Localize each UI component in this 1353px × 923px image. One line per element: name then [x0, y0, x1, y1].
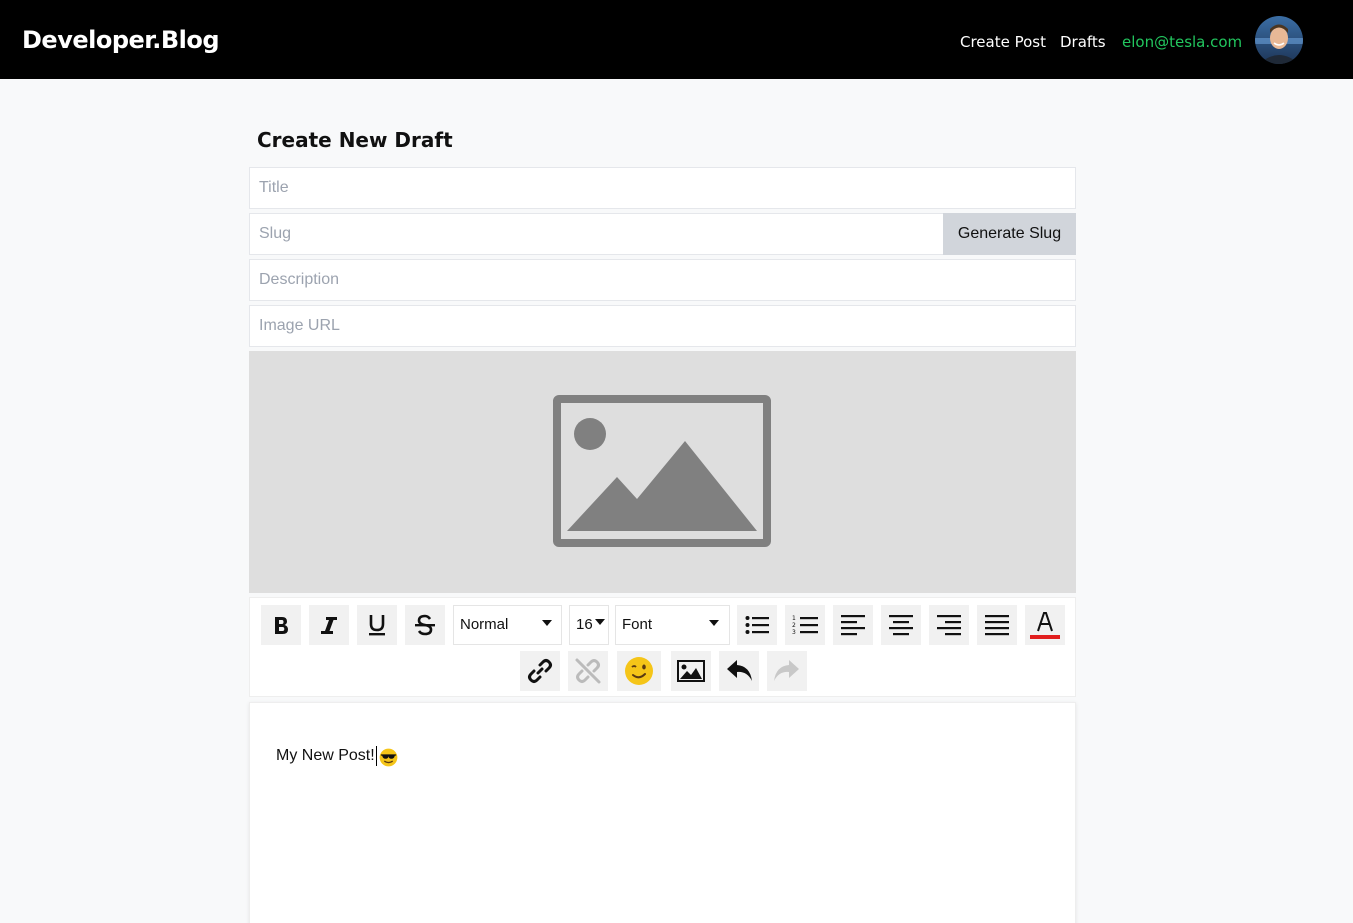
block-type-select[interactable]: Normal: [453, 605, 562, 645]
slug-input[interactable]: [249, 213, 944, 255]
bold-icon: [275, 617, 288, 634]
link-button[interactable]: [520, 651, 560, 691]
image-preview: [249, 351, 1076, 593]
justify-button[interactable]: [977, 605, 1017, 645]
navbar: Developer.Blog Create Post Drafts elon@t…: [0, 0, 1353, 79]
underline-button[interactable]: [357, 605, 397, 645]
svg-text:1: 1: [792, 615, 796, 622]
brand-logo[interactable]: Developer.Blog: [22, 26, 220, 54]
align-left-button[interactable]: [833, 605, 873, 645]
text-cursor: [376, 746, 377, 766]
image-icon: [677, 660, 705, 682]
unordered-list-button[interactable]: [737, 605, 777, 645]
redo-button[interactable]: [767, 651, 807, 691]
editor-toolbar: Normal 16 Font 123: [249, 597, 1076, 697]
font-color-icon: [1030, 612, 1060, 639]
generate-slug-button[interactable]: Generate Slug: [943, 213, 1076, 255]
font-size-value: 16: [576, 616, 593, 633]
font-color-button[interactable]: [1025, 605, 1065, 645]
font-size-select[interactable]: 16: [569, 605, 609, 645]
align-left-icon: [841, 615, 865, 636]
font-family-value: Font: [622, 616, 653, 633]
unlink-button[interactable]: [568, 651, 608, 691]
link-icon: [528, 659, 552, 683]
strikethrough-icon: [415, 614, 435, 636]
svg-text:2: 2: [792, 622, 796, 629]
align-center-icon: [889, 615, 913, 636]
svg-text:3: 3: [792, 629, 796, 636]
italic-icon: [321, 617, 337, 634]
bullet-list-icon: [745, 616, 769, 634]
avatar[interactable]: [1255, 16, 1303, 64]
sunglasses-emoji-icon: [379, 748, 398, 767]
image-placeholder-icon: [553, 395, 771, 547]
strikethrough-button[interactable]: [405, 605, 445, 645]
bold-button[interactable]: [261, 605, 301, 645]
align-right-icon: [937, 615, 961, 636]
align-right-button[interactable]: [929, 605, 969, 645]
chevron-down-icon: [709, 620, 719, 626]
undo-button[interactable]: [719, 651, 759, 691]
chevron-down-icon: [595, 619, 605, 625]
underline-icon: [369, 615, 385, 636]
font-family-select[interactable]: Font: [615, 605, 730, 645]
editor-content-area[interactable]: My New Post!: [249, 702, 1076, 923]
image-url-input[interactable]: [249, 305, 1076, 347]
align-center-button[interactable]: [881, 605, 921, 645]
page-title: Create New Draft: [257, 128, 453, 152]
user-email[interactable]: elon@tesla.com: [1122, 33, 1242, 51]
title-input[interactable]: [249, 167, 1076, 209]
numbered-list-icon: 123: [792, 615, 818, 636]
insert-image-button[interactable]: [671, 651, 711, 691]
ordered-list-button[interactable]: 123: [785, 605, 825, 645]
block-type-value: Normal: [460, 616, 509, 633]
unlink-icon: [575, 658, 601, 684]
undo-icon: [727, 660, 752, 681]
nav-create-post[interactable]: Create Post: [960, 33, 1046, 51]
redo-icon: [774, 660, 799, 681]
wink-emoji-icon: [625, 657, 653, 685]
chevron-down-icon: [542, 620, 552, 626]
editor-text: My New Post!: [276, 747, 375, 764]
emoji-button[interactable]: [617, 651, 661, 691]
italic-button[interactable]: [309, 605, 349, 645]
align-justify-icon: [985, 615, 1009, 636]
description-input[interactable]: [249, 259, 1076, 301]
nav-drafts[interactable]: Drafts: [1060, 33, 1106, 51]
